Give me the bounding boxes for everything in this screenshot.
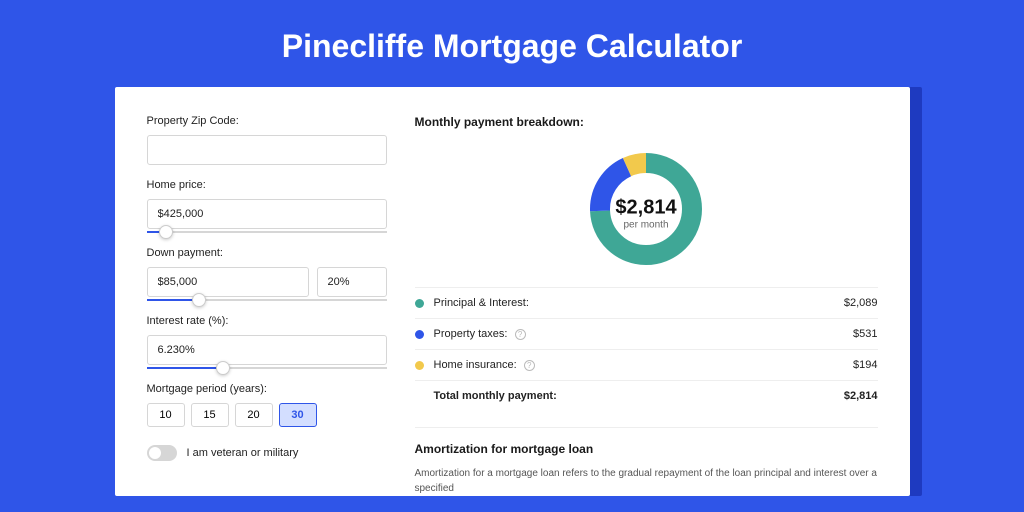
veteran-row: I am veteran or military: [147, 445, 387, 461]
down-payment-percent-input[interactable]: [317, 267, 387, 297]
slider-thumb[interactable]: [159, 225, 173, 239]
donut-chart: $2,814 per month: [415, 143, 878, 287]
zip-label: Property Zip Code:: [147, 115, 387, 127]
home-price-field: Home price:: [147, 179, 387, 233]
legend-label: Home insurance: ?: [434, 359, 854, 371]
calculator-card: Property Zip Code: Home price: Down paym…: [115, 87, 910, 496]
legend-row-total: Total monthly payment: $2,814: [415, 381, 878, 411]
mortgage-period-label: Mortgage period (years):: [147, 383, 387, 395]
veteran-label: I am veteran or military: [187, 447, 299, 459]
legend-value: $194: [853, 359, 877, 371]
down-payment-amount-input[interactable]: [147, 267, 309, 297]
legend-label: Principal & Interest:: [434, 297, 844, 309]
interest-rate-label: Interest rate (%):: [147, 315, 387, 327]
donut-amount: $2,814: [615, 197, 676, 220]
interest-rate-slider[interactable]: [147, 367, 387, 369]
donut-sub: per month: [615, 220, 676, 231]
period-option-10[interactable]: 10: [147, 403, 185, 427]
legend: Principal & Interest: $2,089 Property ta…: [415, 287, 878, 411]
legend-dot: [415, 330, 424, 339]
legend-dot: [415, 299, 424, 308]
home-price-slider[interactable]: [147, 231, 387, 233]
period-option-15[interactable]: 15: [191, 403, 229, 427]
interest-rate-field: Interest rate (%):: [147, 315, 387, 369]
legend-row-tax: Property taxes: ? $531: [415, 319, 878, 350]
home-price-input[interactable]: [147, 199, 387, 229]
period-options: 10 15 20 30: [147, 403, 387, 427]
period-option-30[interactable]: 30: [279, 403, 317, 427]
total-value: $2,814: [844, 390, 878, 402]
zip-field: Property Zip Code:: [147, 115, 387, 165]
legend-row-pi: Principal & Interest: $2,089: [415, 288, 878, 319]
legend-row-ins: Home insurance: ? $194: [415, 350, 878, 381]
home-price-label: Home price:: [147, 179, 387, 191]
donut-center: $2,814 per month: [615, 197, 676, 231]
down-payment-slider[interactable]: [147, 299, 387, 301]
legend-value: $2,089: [844, 297, 878, 309]
legend-value: $531: [853, 328, 877, 340]
info-icon[interactable]: ?: [524, 360, 535, 371]
down-payment-field: Down payment:: [147, 247, 387, 301]
total-label: Total monthly payment:: [434, 390, 844, 402]
period-option-20[interactable]: 20: [235, 403, 273, 427]
down-payment-label: Down payment:: [147, 247, 387, 259]
amortization-title: Amortization for mortgage loan: [415, 442, 878, 456]
slider-thumb[interactable]: [192, 293, 206, 307]
legend-dot: [415, 361, 424, 370]
amortization-text: Amortization for a mortgage loan refers …: [415, 466, 878, 496]
breakdown-panel: Monthly payment breakdown: $2,814 per mo…: [415, 115, 878, 496]
form-panel: Property Zip Code: Home price: Down paym…: [147, 115, 387, 496]
zip-input[interactable]: [147, 135, 387, 165]
veteran-toggle[interactable]: [147, 445, 177, 461]
interest-rate-input[interactable]: [147, 335, 387, 365]
info-icon[interactable]: ?: [515, 329, 526, 340]
breakdown-title: Monthly payment breakdown:: [415, 115, 878, 129]
mortgage-period-field: Mortgage period (years): 10 15 20 30: [147, 383, 387, 427]
amortization-section: Amortization for mortgage loan Amortizat…: [415, 427, 878, 496]
legend-label: Property taxes: ?: [434, 328, 854, 340]
page-title: Pinecliffe Mortgage Calculator: [0, 0, 1024, 87]
slider-thumb[interactable]: [216, 361, 230, 375]
